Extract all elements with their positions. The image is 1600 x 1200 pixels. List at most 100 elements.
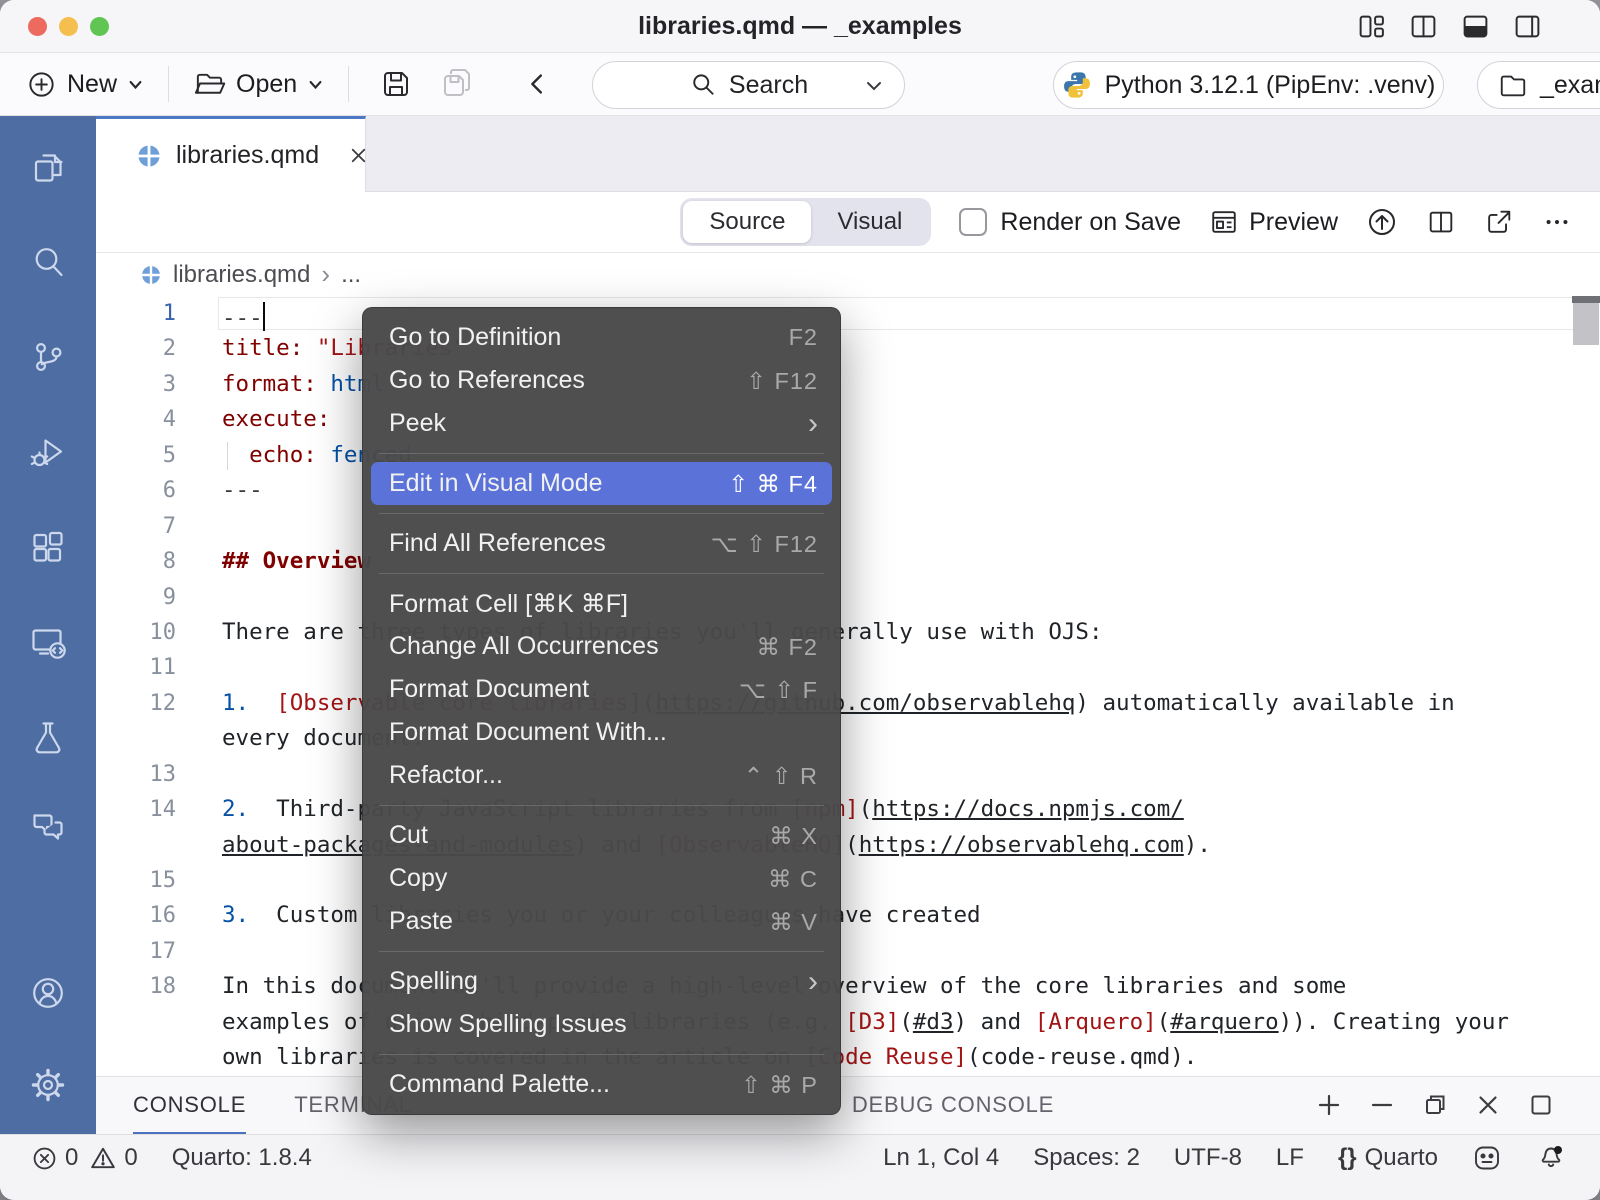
menu-item-go-to-references[interactable]: Go to References⇧ F12 — [363, 359, 840, 402]
code-row[interactable]: 10There are three types of libraries you… — [96, 615, 1600, 650]
menu-item-format-document-with[interactable]: Format Document With... — [363, 711, 840, 754]
breadcrumb-more[interactable]: ... — [341, 261, 361, 289]
maximize-panel-icon[interactable] — [1526, 1090, 1556, 1120]
code-row[interactable]: 8## Overview — [96, 544, 1600, 579]
menu-item-label: Spelling — [389, 967, 478, 996]
sidebar-item-search-icon[interactable] — [28, 242, 68, 282]
language-mode[interactable]: {} Quarto — [1338, 1144, 1438, 1172]
visual-mode-button[interactable]: Visual — [811, 201, 928, 243]
new-console-plus-icon[interactable] — [1314, 1090, 1344, 1120]
render-on-save-checkbox[interactable] — [959, 208, 987, 236]
menu-item-cut[interactable]: Cut⌘ X — [363, 814, 840, 857]
panel-bar: CONSOLETERMINALDEBUG CONSOLE — [96, 1076, 1600, 1134]
sidebar-item-settings-icon[interactable] — [28, 1065, 68, 1105]
open-external-icon[interactable] — [1484, 207, 1514, 237]
code-row[interactable]: examples of using third-party libraries … — [96, 1005, 1600, 1040]
sidebar-item-account-icon[interactable] — [28, 973, 68, 1013]
eol-sequence[interactable]: LF — [1276, 1144, 1304, 1172]
open-button[interactable]: Open — [193, 68, 324, 101]
go-back-icon[interactable] — [523, 69, 553, 99]
sidebar-item-remote-icon[interactable] — [28, 622, 68, 662]
sidebar-item-comments-icon[interactable] — [28, 807, 68, 847]
close-tab-icon[interactable] — [347, 144, 370, 167]
sidebar-item-source-control-icon[interactable] — [28, 337, 68, 377]
customize-layout-icon[interactable] — [1357, 12, 1386, 41]
project-selector[interactable]: _examples — [1477, 61, 1600, 109]
menu-item-show-spelling-issues[interactable]: Show Spelling Issues — [363, 1003, 840, 1046]
line-number: 18 — [96, 969, 176, 1004]
line-number: 5 — [96, 438, 176, 473]
menu-item-change-all-occurrences[interactable]: Change All Occurrences⌘ F2 — [363, 625, 840, 668]
code-area[interactable]: 1---2title: "Libraries"3format: html4exe… — [96, 296, 1600, 1076]
new-label: New — [67, 70, 117, 99]
problems-warnings[interactable]: 0 — [90, 1144, 137, 1172]
code-row[interactable]: 17 — [96, 934, 1600, 969]
code-row[interactable]: about-packages-and-modules) and [Observa… — [96, 828, 1600, 863]
code-row[interactable]: 142. Third-party JavaScript libraries fr… — [96, 792, 1600, 827]
save-all-icon[interactable] — [439, 66, 475, 102]
preview-button[interactable]: Preview — [1209, 207, 1338, 237]
code-row[interactable]: own libraries is covered in the article … — [96, 1040, 1600, 1075]
notifications-bell-icon[interactable] — [1536, 1143, 1566, 1173]
code-row[interactable]: 2title: "Libraries" — [96, 331, 1600, 366]
sidebar-item-run-debug-icon[interactable] — [28, 432, 68, 472]
indentation[interactable]: Spaces: 2 — [1033, 1144, 1140, 1172]
tab-label: libraries.qmd — [176, 141, 319, 170]
menu-item-format-document[interactable]: Format Document⌥ ⇧ F — [363, 668, 840, 711]
split-editor-icon[interactable] — [1409, 12, 1438, 41]
source-mode-button[interactable]: Source — [683, 201, 811, 243]
menu-item-format-cell-k-f[interactable]: Format Cell [⌘K ⌘F] — [363, 582, 840, 625]
quarto-version[interactable]: Quarto: 1.8.4 — [172, 1144, 312, 1172]
interpreter-selector[interactable]: Python 3.12.1 (PipEnv: .venv) — [1053, 61, 1444, 109]
sidebar-item-testing-icon[interactable] — [28, 717, 68, 757]
code-row[interactable]: 121. [Observable core libraries](https:/… — [96, 686, 1600, 721]
code-row[interactable]: 11 — [96, 650, 1600, 685]
problems-errors[interactable]: 0 — [32, 1144, 78, 1172]
editor-scrollbar[interactable] — [1573, 303, 1599, 345]
breadcrumb-file[interactable]: libraries.qmd — [173, 261, 310, 289]
chevron-down-icon[interactable] — [864, 77, 884, 95]
sidebar-item-explorer-icon[interactable] — [28, 148, 68, 188]
line-number — [96, 721, 176, 756]
toggle-panel-icon[interactable] — [1461, 12, 1490, 41]
panel-tab-debug-console[interactable]: DEBUG CONSOLE — [852, 1077, 1054, 1132]
close-panel-icon[interactable] — [1473, 1090, 1503, 1120]
save-icon[interactable] — [379, 67, 413, 101]
sidebar-item-extensions-icon[interactable] — [28, 527, 68, 567]
menu-item-label: Format Document With... — [389, 718, 667, 747]
menu-item-spelling[interactable]: Spelling› — [363, 960, 840, 1003]
menu-item-edit-in-visual-mode[interactable]: Edit in Visual Mode⇧ ⌘ F4 — [371, 462, 832, 505]
menu-item-find-all-references[interactable]: Find All References⌥ ⇧ F12 — [363, 522, 840, 565]
code-row[interactable]: 9 — [96, 580, 1600, 615]
toggle-secondary-sidebar-icon[interactable] — [1513, 12, 1542, 41]
code-row[interactable]: 6--- — [96, 473, 1600, 508]
menu-item-command-palette[interactable]: Command Palette...⇧ ⌘ P — [363, 1063, 840, 1106]
render-publish-icon[interactable] — [1366, 206, 1398, 238]
code-row[interactable]: 13 — [96, 757, 1600, 792]
menu-item-copy[interactable]: Copy⌘ C — [363, 857, 840, 900]
search-input[interactable]: Search — [592, 61, 905, 109]
new-file-button[interactable]: New — [26, 69, 144, 100]
code-row[interactable]: 3format: html — [96, 367, 1600, 402]
restore-panel-icon[interactable] — [1420, 1090, 1450, 1120]
cursor-position[interactable]: Ln 1, Col 4 — [883, 1144, 999, 1172]
code-row[interactable]: 1--- — [96, 296, 1600, 331]
code-row[interactable]: 18In this document we'll provide a high-… — [96, 969, 1600, 1004]
feedback-smiley-icon[interactable] — [1472, 1143, 1502, 1173]
tab-libraries-qmd[interactable]: libraries.qmd — [96, 116, 366, 192]
menu-item-paste[interactable]: Paste⌘ V — [363, 900, 840, 943]
menu-item-refactor[interactable]: Refactor...⌃ ⇧ R — [363, 754, 840, 797]
code-row[interactable]: 4execute: — [96, 402, 1600, 437]
split-editor-icon[interactable] — [1426, 207, 1456, 237]
code-row[interactable]: 15 — [96, 863, 1600, 898]
code-row[interactable]: 5 echo: fenced — [96, 438, 1600, 473]
menu-item-peek[interactable]: Peek› — [363, 402, 840, 445]
code-row[interactable]: every document. — [96, 721, 1600, 756]
encoding[interactable]: UTF-8 — [1174, 1144, 1242, 1172]
code-row[interactable]: 7 — [96, 509, 1600, 544]
minimize-panel-icon[interactable] — [1367, 1090, 1397, 1120]
menu-item-go-to-definition[interactable]: Go to DefinitionF2 — [363, 316, 840, 359]
panel-tab-console[interactable]: CONSOLE — [133, 1077, 246, 1135]
code-row[interactable]: 163. Custom libraries you or your collea… — [96, 898, 1600, 933]
more-actions-icon[interactable] — [1542, 207, 1572, 237]
